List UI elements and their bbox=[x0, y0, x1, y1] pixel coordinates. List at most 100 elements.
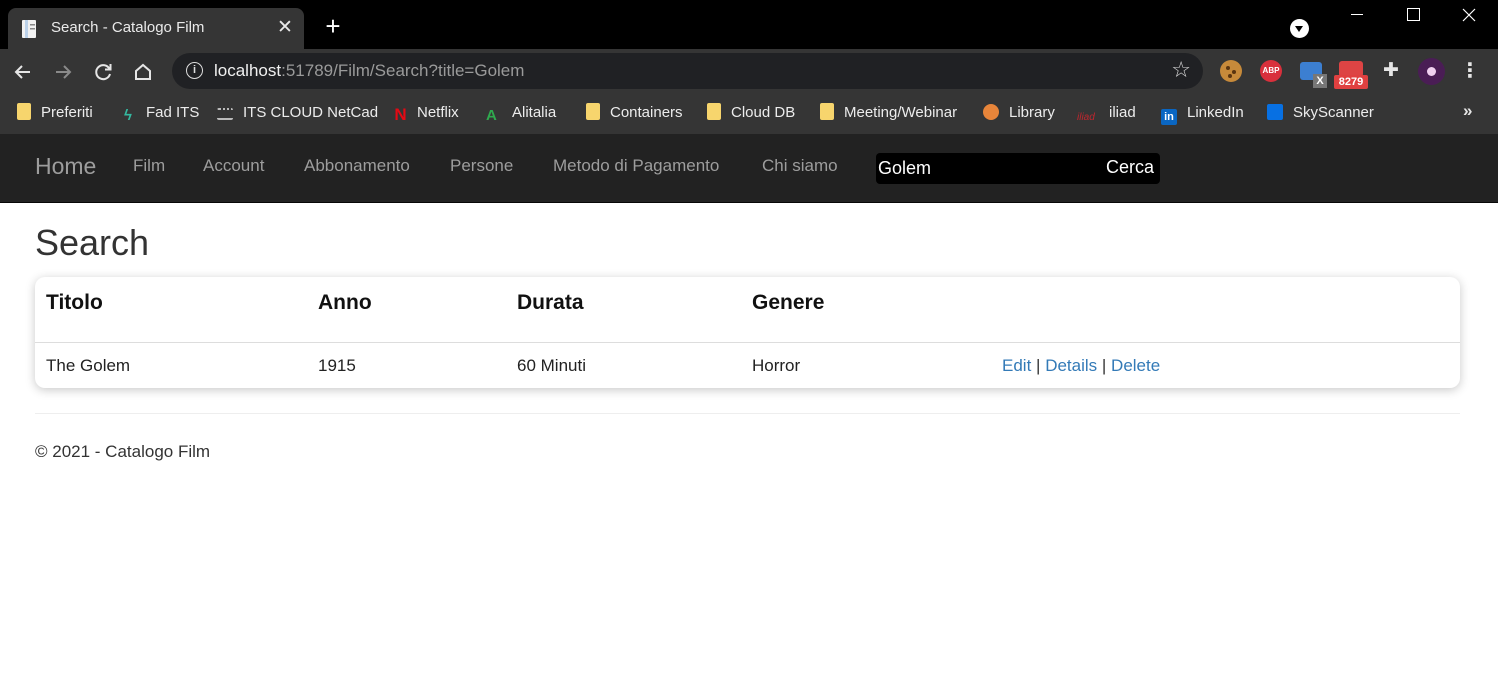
alitalia-icon: A bbox=[486, 107, 497, 124]
bookmark-linkedin[interactable]: in LinkedIn bbox=[1161, 103, 1244, 125]
bookmark-label: Meeting/Webinar bbox=[844, 104, 958, 121]
library-icon bbox=[983, 104, 999, 120]
tab-title: Search - Catalogo Film bbox=[51, 19, 205, 36]
reload-icon bbox=[95, 64, 112, 81]
bookmarks-bar: Preferiti ϟ Fad ITS ITS CLOUD NetCad N Net… bbox=[0, 94, 1498, 134]
url-host: localhost bbox=[214, 61, 282, 80]
bookmark-label: Preferiti bbox=[41, 104, 93, 121]
search-input[interactable] bbox=[878, 158, 1098, 178]
nav-link-abbonamento[interactable]: Abbonamento bbox=[304, 156, 410, 176]
bookmark-netflix[interactable]: N Netflix bbox=[394, 103, 459, 125]
bookmark-alitalia[interactable]: A Alitalia bbox=[486, 103, 556, 125]
bookmark-skyscanner[interactable]: SkyScanner bbox=[1267, 103, 1374, 125]
folder-icon bbox=[17, 103, 31, 120]
skyscanner-icon bbox=[1267, 104, 1283, 120]
nav-search-form: Cerca bbox=[876, 153, 1160, 184]
edit-link[interactable]: Edit bbox=[1002, 356, 1031, 375]
window-minimize-button[interactable] bbox=[1332, 0, 1382, 30]
forward-button[interactable] bbox=[48, 57, 78, 87]
extensions-puzzle-icon[interactable]: ✚ bbox=[1380, 60, 1402, 82]
bookmark-label: Netflix bbox=[417, 104, 459, 121]
cell-anno: 1915 bbox=[318, 356, 356, 375]
linkedin-icon: in bbox=[1161, 109, 1177, 125]
profile-avatar[interactable] bbox=[1418, 58, 1445, 85]
url-text[interactable]: localhost:51789/Film/Search?title=Golem bbox=[214, 61, 524, 81]
cookie-extension-icon[interactable] bbox=[1220, 60, 1242, 82]
tab-search-icon[interactable] bbox=[1290, 19, 1309, 38]
back-button[interactable] bbox=[8, 57, 38, 87]
cell-titolo: The Golem bbox=[46, 356, 131, 375]
cisco-icon bbox=[217, 108, 233, 120]
page-title: Search bbox=[35, 222, 150, 263]
bookmark-iliad[interactable]: iliad iliad bbox=[1077, 103, 1136, 125]
nav-brand-home[interactable]: Home bbox=[35, 153, 96, 180]
nav-link-persone[interactable]: Persone bbox=[450, 156, 513, 176]
delete-link[interactable]: Delete bbox=[1111, 356, 1160, 375]
bookmark-label: ITS CLOUD NetCad bbox=[243, 104, 379, 121]
column-header-durata: Durata bbox=[517, 291, 584, 314]
column-header-titolo: Titolo bbox=[46, 291, 103, 314]
bookmark-cloud-db[interactable]: Cloud DB bbox=[707, 103, 795, 125]
action-separator: | bbox=[1101, 356, 1107, 375]
nav-link-metodo-di-pagamento[interactable]: Metodo di Pagamento bbox=[553, 156, 719, 176]
home-icon bbox=[135, 63, 151, 80]
browser-toolbar: i localhost:51789/Film/Search?title=Gole… bbox=[0, 49, 1498, 94]
bookmark-containers[interactable]: Containers bbox=[586, 103, 683, 125]
url-path: :51789/Film/Search?title=Golem bbox=[281, 61, 525, 80]
close-icon bbox=[1462, 8, 1476, 22]
iliad-icon: iliad bbox=[1077, 112, 1095, 123]
bookmark-fad-its[interactable]: ϟ Fad ITS bbox=[120, 103, 199, 125]
bookmark-label: iliad bbox=[1109, 104, 1136, 121]
column-header-anno: Anno bbox=[318, 291, 372, 314]
adblock-plus-icon[interactable]: ABP bbox=[1260, 60, 1282, 82]
netflix-icon: N bbox=[394, 105, 407, 124]
fad-icon: ϟ bbox=[124, 107, 132, 124]
home-button[interactable] bbox=[128, 57, 158, 87]
cell-genere: Horror bbox=[752, 356, 801, 375]
bookmark-label: LinkedIn bbox=[1187, 104, 1244, 121]
new-tab-button[interactable]: + bbox=[320, 13, 346, 40]
search-button[interactable]: Cerca bbox=[1105, 157, 1154, 178]
bookmark-label: Containers bbox=[610, 104, 683, 121]
bookmark-label: Library bbox=[1009, 104, 1055, 121]
bookmark-label: SkyScanner bbox=[1293, 104, 1374, 121]
window-close-button[interactable] bbox=[1444, 0, 1494, 30]
bookmark-meeting-webinar[interactable]: Meeting/Webinar bbox=[820, 103, 957, 125]
nav-link-film[interactable]: Film bbox=[133, 156, 165, 176]
footer-copyright: © 2021 - Catalogo Film bbox=[35, 442, 211, 461]
bookmark-preferiti[interactable]: Preferiti bbox=[17, 103, 93, 125]
bookmark-label: Alitalia bbox=[512, 104, 557, 121]
bookmark-star-icon[interactable]: ☆ bbox=[1171, 57, 1191, 83]
column-header-genere: Genere bbox=[752, 291, 825, 314]
arrow-left-icon bbox=[14, 65, 30, 79]
bookmark-label: Cloud DB bbox=[731, 104, 796, 121]
folder-icon bbox=[707, 103, 721, 120]
tab-close-icon[interactable]: ✕ bbox=[274, 17, 296, 39]
browser-tab[interactable]: Search - Catalogo Film ✕ bbox=[8, 8, 304, 49]
reload-button[interactable] bbox=[88, 57, 118, 87]
nav-link-account[interactable]: Account bbox=[203, 156, 264, 176]
cell-durata: 60 Minuti bbox=[517, 356, 586, 375]
details-link[interactable]: Details bbox=[1045, 356, 1097, 375]
arrow-right-icon bbox=[56, 65, 72, 79]
site-info-icon[interactable]: i bbox=[186, 62, 203, 79]
address-bar[interactable]: i localhost:51789/Film/Search?title=Gole… bbox=[172, 53, 1203, 89]
nav-link-chi-siamo[interactable]: Chi siamo bbox=[762, 156, 838, 176]
page-favicon-icon bbox=[22, 20, 36, 38]
bookmark-library[interactable]: Library bbox=[983, 103, 1055, 125]
action-separator: | bbox=[1036, 356, 1041, 375]
window-maximize-button[interactable] bbox=[1388, 0, 1438, 30]
browser-tabstrip: Search - Catalogo Film ✕ + bbox=[0, 0, 1498, 49]
footer-divider bbox=[35, 413, 1460, 414]
table-divider bbox=[35, 342, 1460, 343]
mail-extension-badge: 8279 bbox=[1334, 75, 1368, 89]
folder-icon bbox=[820, 103, 834, 120]
browser-menu-icon[interactable]: ⋮ bbox=[1460, 58, 1480, 84]
folder-icon bbox=[586, 103, 600, 120]
window-extension-badge: X bbox=[1313, 74, 1327, 88]
site-navbar: Home Film Account Abbonamento Persone Me… bbox=[0, 134, 1498, 203]
results-table: Titolo Anno Durata Genere The Golem 1915… bbox=[35, 277, 1460, 388]
bookmark-its-cloud-netcad[interactable]: ITS CLOUD NetCad bbox=[217, 103, 378, 125]
bookmark-label: Fad ITS bbox=[146, 104, 200, 121]
bookmarks-overflow-button[interactable]: » bbox=[1463, 101, 1472, 121]
